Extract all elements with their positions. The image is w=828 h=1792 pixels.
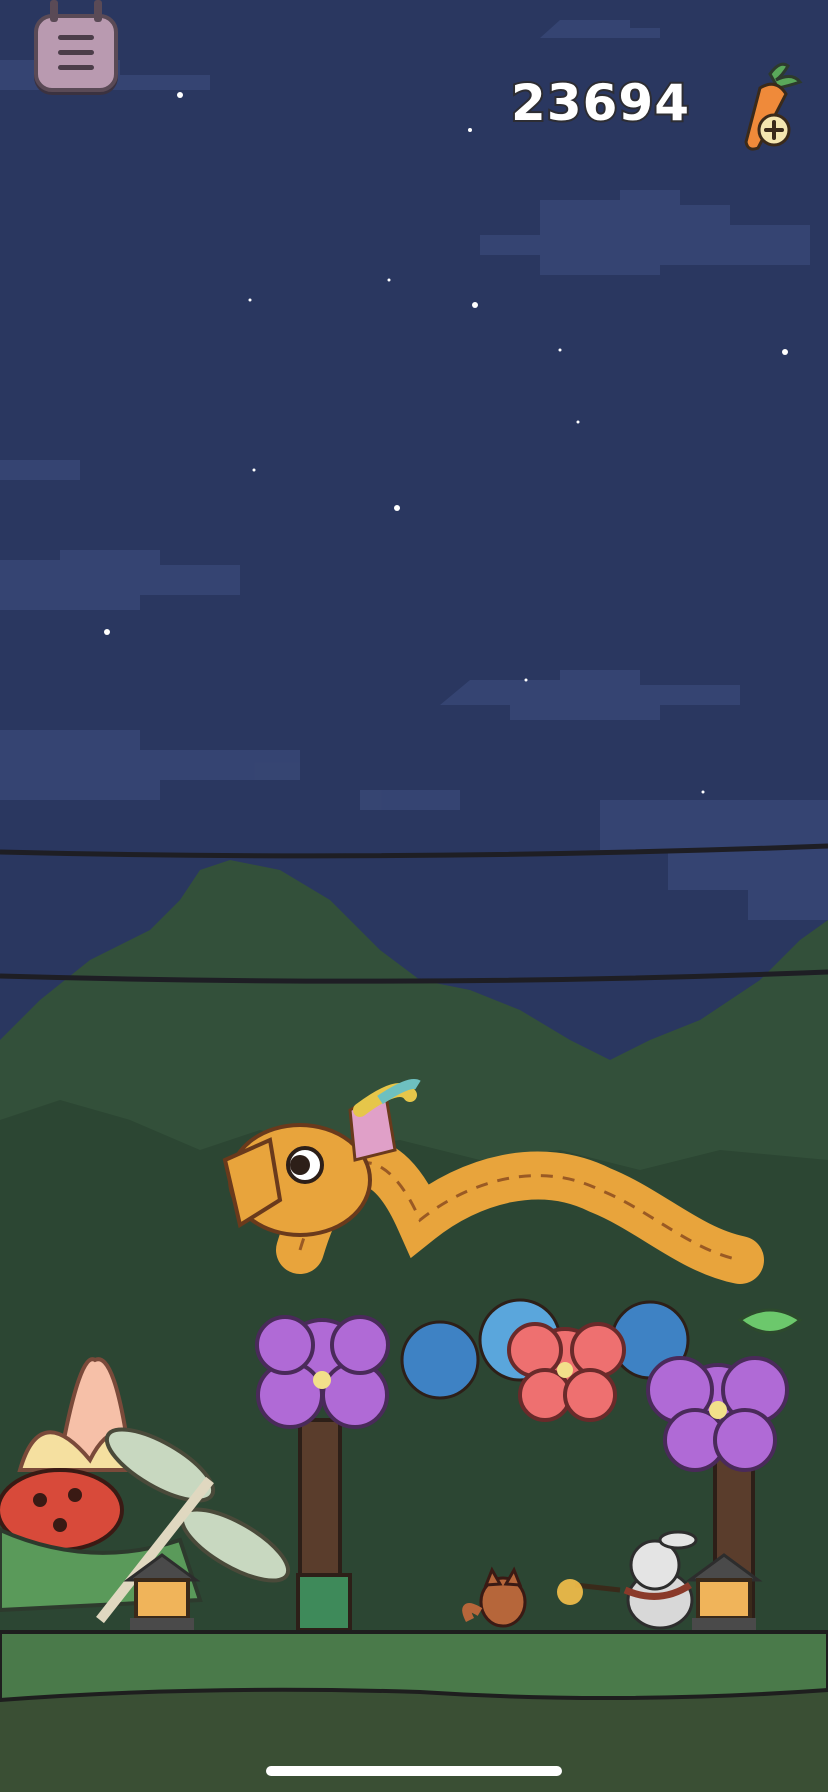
menu-strap	[50, 0, 58, 22]
hamburger-menu-icon	[58, 35, 94, 40]
background	[0, 0, 828, 1792]
hamburger-menu-icon	[58, 65, 94, 70]
home-indicator[interactable]	[266, 1766, 562, 1776]
game-scene: 23694	[0, 0, 828, 1792]
menu-button[interactable]	[34, 0, 118, 92]
hamburger-menu-icon	[58, 50, 94, 55]
grass-strip	[0, 1630, 828, 1703]
carrot-count: 23694	[509, 72, 691, 134]
menu-strap	[94, 0, 102, 22]
carrot-plus-icon[interactable]	[730, 60, 810, 156]
